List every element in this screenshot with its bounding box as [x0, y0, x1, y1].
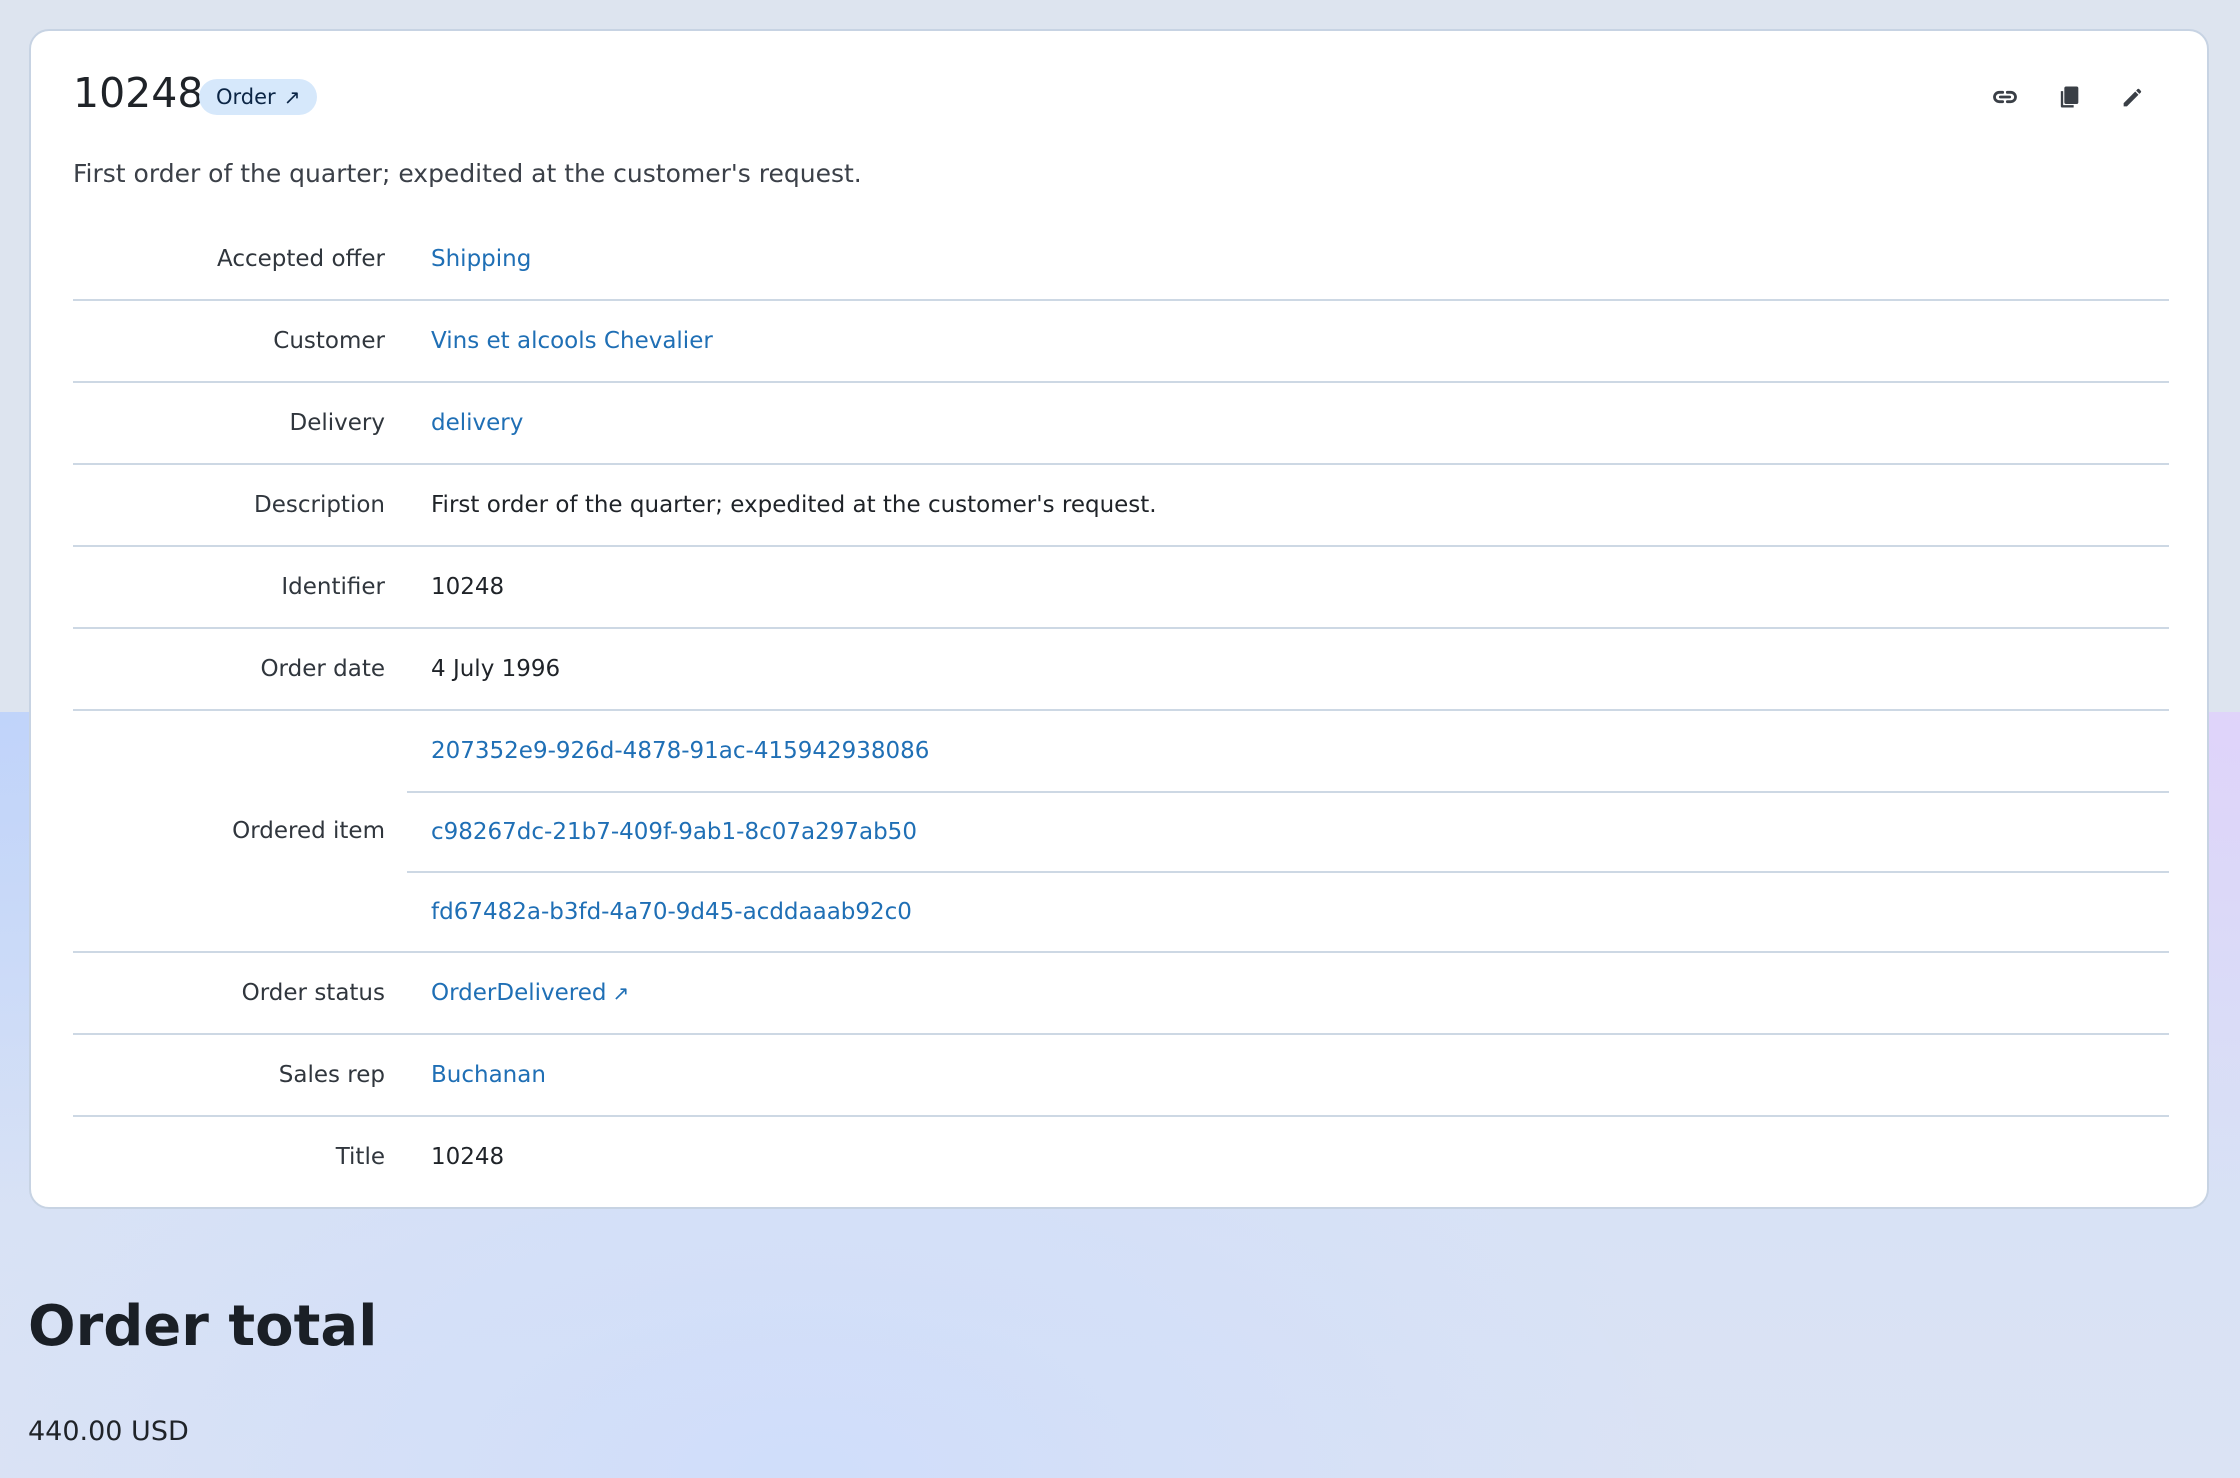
record-subtitle: First order of the quarter; expedited at… — [73, 159, 862, 188]
link-icon — [1993, 90, 2017, 104]
type-badge-label: Order — [216, 85, 276, 109]
external-arrow-icon: ↗ — [612, 981, 630, 1005]
ordered-item-link[interactable]: c98267dc-21b7-409f-9ab1-8c07a297ab50 — [431, 819, 917, 845]
property-accepted-offer: Accepted offer Shipping — [73, 219, 2169, 301]
property-label: Order date — [260, 656, 385, 682]
edit-button[interactable] — [2101, 73, 2165, 121]
delivery-link[interactable]: delivery — [431, 410, 523, 436]
ordered-item-link[interactable]: fd67482a-b3fd-4a70-9d45-acddaaab92c0 — [431, 899, 912, 925]
property-label: Title — [335, 1144, 385, 1170]
list-item: 207352e9-926d-4878-91ac-415942938086 — [407, 711, 2169, 791]
record-card: 10248 Order ↗ First order of the quarter… — [29, 29, 2209, 1209]
type-badge[interactable]: Order ↗ — [199, 79, 318, 115]
property-identifier: Identifier 10248 — [73, 547, 2169, 629]
property-label: Identifier — [281, 574, 385, 600]
pencil-icon — [2123, 88, 2142, 107]
property-label: Ordered item — [232, 818, 385, 844]
order-status-label: OrderDelivered — [431, 980, 607, 1006]
external-arrow-icon: ↗ — [283, 85, 301, 109]
customer-link[interactable]: Vins et alcools Chevalier — [431, 328, 713, 354]
identifier-value: 10248 — [431, 574, 505, 600]
property-sales-rep: Sales rep Buchanan — [73, 1035, 2169, 1117]
ordered-item-link[interactable]: 207352e9-926d-4878-91ac-415942938086 — [431, 738, 929, 764]
record-title: 10248 — [73, 69, 204, 117]
header-actions — [1973, 73, 2165, 121]
duplicate-button[interactable] — [2037, 73, 2101, 121]
property-order-date: Order date 4 July 1996 — [73, 629, 2169, 711]
property-label: Description — [254, 492, 385, 518]
property-customer: Customer Vins et alcools Chevalier — [73, 301, 2169, 383]
list-item: c98267dc-21b7-409f-9ab1-8c07a297ab50 — [407, 791, 2169, 871]
sales-rep-link[interactable]: Buchanan — [431, 1062, 546, 1088]
property-description: Description First order of the quarter; … — [73, 465, 2169, 547]
property-order-status: Order status OrderDelivered ↗ — [73, 953, 2169, 1035]
copy-link-button[interactable] — [1973, 73, 2037, 121]
property-label: Sales rep — [278, 1062, 385, 1088]
order-status-link[interactable]: OrderDelivered ↗ — [431, 980, 629, 1006]
property-title: Title 10248 — [73, 1117, 2169, 1197]
order-total-heading: Order total — [28, 1294, 378, 1359]
order-date-value: 4 July 1996 — [431, 656, 561, 682]
title-value: 10248 — [431, 1144, 505, 1170]
property-label: Customer — [273, 328, 385, 354]
property-label: Delivery — [289, 410, 385, 436]
property-ordered-item: Ordered item 207352e9-926d-4878-91ac-415… — [73, 711, 2169, 953]
property-delivery: Delivery delivery — [73, 383, 2169, 465]
accepted-offer-link[interactable]: Shipping — [431, 246, 531, 272]
list-item: fd67482a-b3fd-4a70-9d45-acddaaab92c0 — [407, 871, 2169, 951]
order-total-value: 440.00 USD — [28, 1416, 189, 1447]
properties-table: Accepted offer Shipping Customer Vins et… — [73, 219, 2169, 1197]
record-header: 10248 Order ↗ — [73, 65, 2165, 135]
copy-icon — [2060, 86, 2079, 108]
property-label: Order status — [241, 980, 385, 1006]
property-label: Accepted offer — [217, 246, 385, 272]
description-value: First order of the quarter; expedited at… — [431, 492, 1157, 518]
